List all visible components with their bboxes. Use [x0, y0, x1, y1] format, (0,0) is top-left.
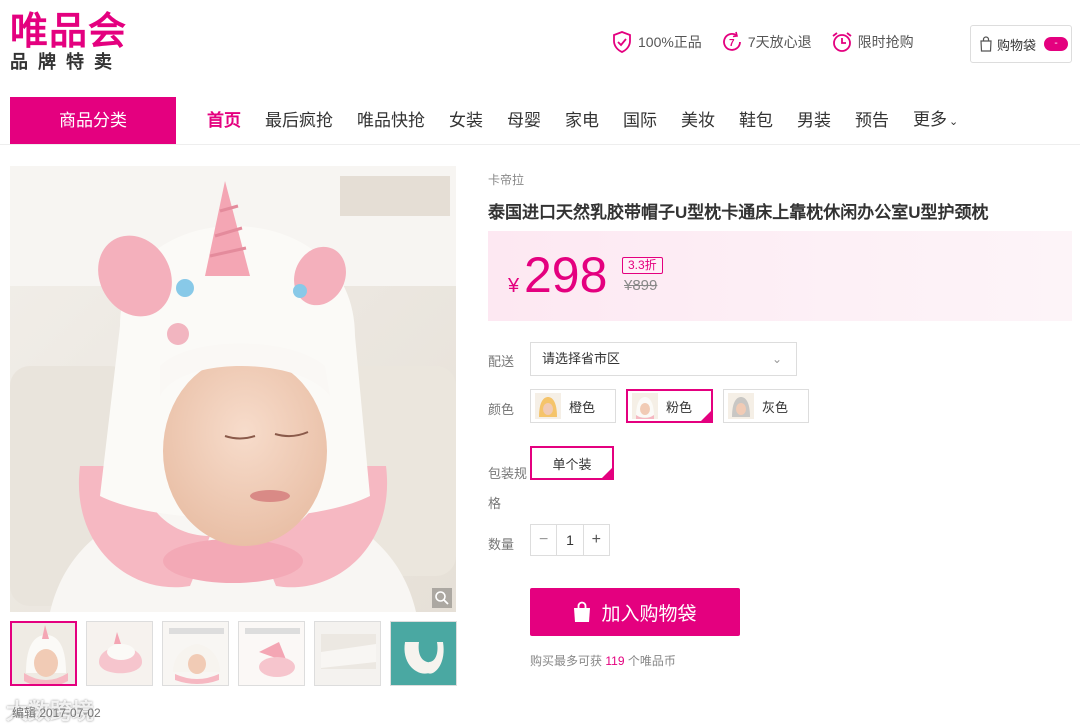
promise-return: 7 7天放心退: [720, 30, 812, 54]
product-brand[interactable]: 卡帝拉: [488, 171, 524, 188]
coins-prefix: 购买最多可获: [530, 654, 603, 668]
discount-badge: 3.3折: [622, 257, 663, 274]
promise-return-text: 7天放心退: [747, 34, 812, 50]
nav-item-more-label: 更多: [913, 109, 947, 129]
thumbnail-strip: [10, 621, 457, 686]
vip-coins-note: 购买最多可获 119 个唯品币: [530, 652, 676, 669]
nav-item-international[interactable]: 国际: [623, 97, 657, 144]
selected-check-icon: [700, 410, 712, 422]
quantity-stepper: − 1 +: [530, 524, 610, 556]
qty-input[interactable]: 1: [556, 525, 584, 555]
pack-label: 包装规 格: [488, 457, 527, 521]
promise-flash-sale-text: 限时抢购: [857, 34, 914, 50]
thumbnail-1[interactable]: [10, 621, 77, 686]
color-option-gray-label: 灰色: [762, 399, 789, 415]
color-option-pink[interactable]: 粉色: [626, 389, 713, 423]
nav-items: 首页 最后疯抢 唯品快抢 女装 母婴 家电 国际 美妆 鞋包 男装 预告 更多 ⌄: [195, 97, 970, 144]
thumbnail-5[interactable]: [314, 621, 381, 686]
product-title: 泰国进口天然乳胶带帽子U型枕卡通床上靠枕休闲办公室U型护颈枕: [488, 203, 989, 222]
alarm-clock-icon: [832, 32, 852, 52]
chevron-down-icon: ⌄: [771, 352, 782, 366]
add-to-cart-label: 加入购物袋: [601, 603, 697, 625]
nav-item-home[interactable]: 首页: [207, 97, 241, 144]
nav-item-men[interactable]: 男装: [797, 97, 831, 144]
coins-suffix: 个唯品币: [627, 654, 676, 668]
qty-plus-button[interactable]: +: [584, 525, 609, 555]
qty-label: 数量: [488, 537, 515, 552]
region-select-placeholder: 请选择省市区: [542, 351, 621, 366]
thumbnail-6[interactable]: [390, 621, 457, 686]
color-swatch-gray: [728, 393, 754, 419]
thumbnail-2[interactable]: [86, 621, 153, 686]
pack-option-single-label: 单个装: [552, 456, 592, 472]
thumbnail-4[interactable]: [238, 621, 305, 686]
seven-days-return-icon: 7: [722, 31, 741, 51]
product-main-image[interactable]: [10, 166, 456, 612]
chevron-down-icon: ⌄: [949, 115, 959, 128]
logo-main-text: 唯品会: [10, 9, 128, 53]
shopping-bag-icon: [980, 36, 992, 52]
cart-count-badge: -: [1044, 37, 1069, 51]
color-label: 颜色: [488, 402, 515, 417]
color-option-gray[interactable]: 灰色: [723, 389, 809, 423]
nav-item-last-rush[interactable]: 最后疯抢: [265, 97, 333, 144]
shield-check-icon: [613, 31, 631, 53]
nav-item-appliances[interactable]: 家电: [565, 97, 599, 144]
price-currency: ¥: [508, 275, 520, 297]
qty-minus-button[interactable]: −: [531, 525, 556, 555]
nav-item-more[interactable]: 更多 ⌄: [913, 96, 958, 146]
nav-item-preview[interactable]: 预告: [855, 97, 889, 144]
thumbnail-3[interactable]: [162, 621, 229, 686]
logo-sub-text: 品牌特卖: [10, 52, 122, 73]
color-swatch-orange: [535, 393, 561, 419]
region-select[interactable]: 请选择省市区 ⌄: [530, 342, 797, 376]
promise-authentic: 100%正品: [610, 30, 702, 54]
nav-item-beauty[interactable]: 美妆: [681, 97, 715, 144]
color-option-orange-label: 橙色: [569, 399, 596, 415]
nav-item-shoes-bags[interactable]: 鞋包: [739, 97, 773, 144]
pack-label-line1: 包装规: [488, 466, 528, 481]
nav-item-baby[interactable]: 母婴: [507, 97, 541, 144]
svg-text:7: 7: [729, 38, 735, 49]
shopping-bag-icon: [574, 601, 591, 622]
original-price: ¥899: [624, 277, 658, 294]
vip-logo[interactable]: 唯品会 品牌特卖: [10, 10, 145, 76]
price-panel: ¥ 298 3.3折 ¥899: [488, 231, 1072, 321]
watermark-sub-text: 编辑 2017-07-02: [12, 706, 101, 720]
category-button[interactable]: 商品分类: [10, 97, 176, 144]
pack-option-single[interactable]: 单个装: [530, 446, 614, 480]
nav-item-women[interactable]: 女装: [449, 97, 483, 144]
promise-authentic-text: 100%正品: [638, 34, 702, 50]
nav-item-vip-flash[interactable]: 唯品快抢: [357, 97, 425, 144]
pack-label-line2: 格: [488, 496, 502, 511]
color-option-orange[interactable]: 橙色: [530, 389, 616, 423]
header-cart-label: 购物袋: [997, 37, 1037, 53]
promise-flash-sale: 限时抢购: [830, 30, 914, 54]
color-option-pink-label: 粉色: [666, 399, 693, 415]
coins-count: 119: [605, 654, 625, 668]
product-photo: [10, 166, 456, 612]
price-value: 298: [524, 247, 608, 303]
selected-check-icon: [601, 467, 613, 479]
service-promises: 100%正品 7 7天放心退 限时抢购: [610, 30, 914, 54]
delivery-label: 配送: [488, 354, 515, 369]
add-to-cart-button[interactable]: 加入购物袋: [530, 588, 740, 636]
main-nav: 商品分类 首页 最后疯抢 唯品快抢 女装 母婴 家电 国际 美妆 鞋包 男装 预…: [0, 97, 1080, 145]
header-cart-button[interactable]: 购物袋 -: [970, 25, 1072, 63]
color-swatch-pink: [632, 393, 658, 419]
zoom-icon[interactable]: [432, 588, 452, 608]
